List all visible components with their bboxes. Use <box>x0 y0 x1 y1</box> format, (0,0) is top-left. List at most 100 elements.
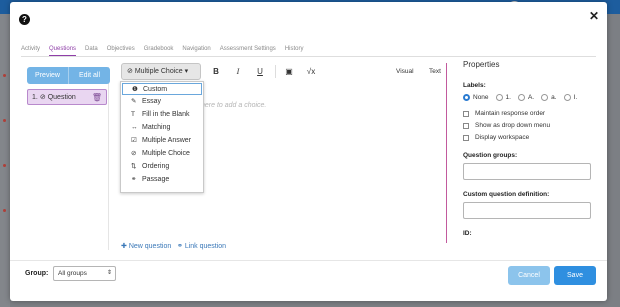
plus-icon: ✚ <box>121 243 129 250</box>
chevron-updown-icon: ⇕ <box>106 270 112 276</box>
check-circle-icon: ⊘ <box>131 150 137 157</box>
group-select-value: All groups <box>58 270 87 277</box>
preview-button[interactable]: Preview <box>27 67 69 84</box>
custom-definition-title: Custom question definition: <box>463 191 550 198</box>
question-type-select[interactable]: ⊘ Multiple Choice ▾ <box>121 63 201 80</box>
check-circle-icon: ⊘ <box>127 68 135 75</box>
image-icon[interactable]: ▣ <box>279 64 299 79</box>
status-dot <box>3 164 6 167</box>
menu-item-essay[interactable]: ✎ Essay <box>121 95 203 108</box>
radio-none[interactable] <box>463 94 470 101</box>
arrows-icon: ↔ <box>131 124 138 131</box>
tab-history[interactable]: History <box>285 44 304 56</box>
question-label: Question <box>47 93 76 101</box>
visual-tab[interactable]: Visual <box>396 68 414 75</box>
tab-navigation[interactable]: Navigation <box>182 44 210 56</box>
underline-icon[interactable]: U <box>250 64 270 79</box>
italic-icon[interactable]: I <box>228 64 248 79</box>
new-question-label: New question <box>128 243 172 250</box>
choice-placeholder[interactable]: here to add a choice. <box>201 102 266 109</box>
id-title: ID: <box>463 230 472 237</box>
menu-item-matching[interactable]: ↔ Matching <box>121 121 203 134</box>
menu-item-passage[interactable]: ⚭ Passage <box>121 173 203 186</box>
question-groups-input[interactable] <box>463 163 591 180</box>
text-cursor-icon: T <box>131 111 135 118</box>
view-toggle: Preview Edit all <box>27 67 110 84</box>
checkbox-label: Maintain response order <box>475 110 546 117</box>
menu-item-multiple-answer[interactable]: ☑ Multiple Answer <box>121 134 203 147</box>
radio-roman[interactable] <box>563 94 571 101</box>
question-type-value: Multiple Choice <box>134 68 183 75</box>
menu-item-label: Fill in the Blank <box>142 111 190 118</box>
question-editor-modal: ? ✕ Activity Questions Data Objectives G… <box>10 2 607 301</box>
radio-numeric[interactable] <box>495 94 503 101</box>
sort-icon: ⇅ <box>131 163 137 170</box>
info-icon: ❶ <box>132 85 138 93</box>
question-list-item[interactable]: 1. ⊘ Question 🗑 <box>27 89 107 105</box>
properties-title: Properties <box>463 60 500 69</box>
custom-definition-input[interactable] <box>463 202 591 219</box>
tab-data[interactable]: Data <box>85 44 98 56</box>
modal-tabs: Activity Questions Data Objectives Grade… <box>21 44 312 56</box>
link-question-link[interactable]: ⚭ Link question <box>177 242 226 250</box>
math-icon[interactable]: √x <box>301 64 321 79</box>
checkbox-label: Display workspace <box>475 134 530 141</box>
caret-down-icon: ▾ <box>182 68 189 75</box>
group-label: Group: <box>25 270 49 277</box>
status-dot <box>3 209 6 212</box>
properties-panel: Properties Labels: None 1. A. a. I. Main… <box>463 60 593 237</box>
group-select[interactable]: All groups ⇕ <box>53 266 116 281</box>
question-list-panel: Preview Edit all 1. ⊘ Question 🗑 <box>27 67 110 250</box>
tabs-divider <box>21 56 596 57</box>
menu-item-multiple-choice[interactable]: ⊘ Multiple Choice <box>121 147 203 160</box>
display-workspace-checkbox[interactable] <box>463 134 469 141</box>
radio-upper-alpha[interactable] <box>517 94 525 101</box>
radio-label: I. <box>573 94 578 101</box>
radio-label: 1. <box>505 94 511 101</box>
trash-icon[interactable]: 🗑 <box>92 93 102 102</box>
edit-all-button[interactable]: Edit all <box>69 67 110 84</box>
editor-toolbar: B I U ▣ √x <box>206 64 323 79</box>
close-icon[interactable]: ✕ <box>589 9 599 23</box>
save-button[interactable]: Save <box>554 266 596 285</box>
radio-lower-alpha[interactable] <box>541 94 549 101</box>
menu-item-fill-in-blank[interactable]: T Fill in the Blank <box>121 108 203 121</box>
tab-objectives[interactable]: Objectives <box>107 44 135 56</box>
cancel-button[interactable]: Cancel <box>508 266 550 285</box>
help-icon[interactable]: ? <box>19 14 30 25</box>
tab-questions[interactable]: Questions <box>49 44 77 56</box>
checkbox-row: Display workspace <box>463 134 593 141</box>
menu-item-label: Passage <box>142 176 170 183</box>
maintain-order-checkbox[interactable] <box>463 110 469 117</box>
menu-item-label: Essay <box>142 98 162 105</box>
menu-item-label: Matching <box>142 124 171 131</box>
checkbox-label: Show as drop down menu <box>475 122 551 129</box>
question-number: 1. <box>32 93 38 101</box>
tab-activity[interactable]: Activity <box>21 44 40 56</box>
tab-gradebook[interactable]: Gradebook <box>144 44 174 56</box>
status-dot <box>3 119 6 122</box>
app-sidebar <box>0 14 10 307</box>
dropdown-menu-checkbox[interactable] <box>463 122 469 129</box>
question-groups-title: Question groups: <box>463 152 518 159</box>
menu-item-ordering[interactable]: ⇅ Ordering <box>121 160 203 173</box>
link-question-label: Link question <box>184 243 227 250</box>
menu-item-label: Ordering <box>142 163 170 170</box>
toolbar-divider <box>275 65 276 78</box>
footer-divider <box>10 260 607 261</box>
question-type-menu: ❶ Custom ✎ Essay T Fill in the Blank ↔ Match… <box>120 81 204 193</box>
new-question-link[interactable]: ✚ New question <box>121 242 171 250</box>
labels-title: Labels: <box>463 82 486 89</box>
radio-label: A. <box>527 94 535 101</box>
radio-label: a. <box>551 94 557 101</box>
menu-item-custom[interactable]: ❶ Custom <box>122 83 202 95</box>
tab-assessment-settings[interactable]: Assessment Settings <box>220 44 276 56</box>
pencil-icon: ✎ <box>131 98 137 105</box>
bold-icon[interactable]: B <box>206 64 226 79</box>
link-icon: ⚭ <box>177 243 185 250</box>
checkbox-row: Show as drop down menu <box>463 122 593 129</box>
status-dot <box>3 74 6 77</box>
text-tab[interactable]: Text <box>429 68 441 75</box>
menu-item-label: Multiple Choice <box>142 150 190 157</box>
radio-label: None <box>473 94 489 101</box>
